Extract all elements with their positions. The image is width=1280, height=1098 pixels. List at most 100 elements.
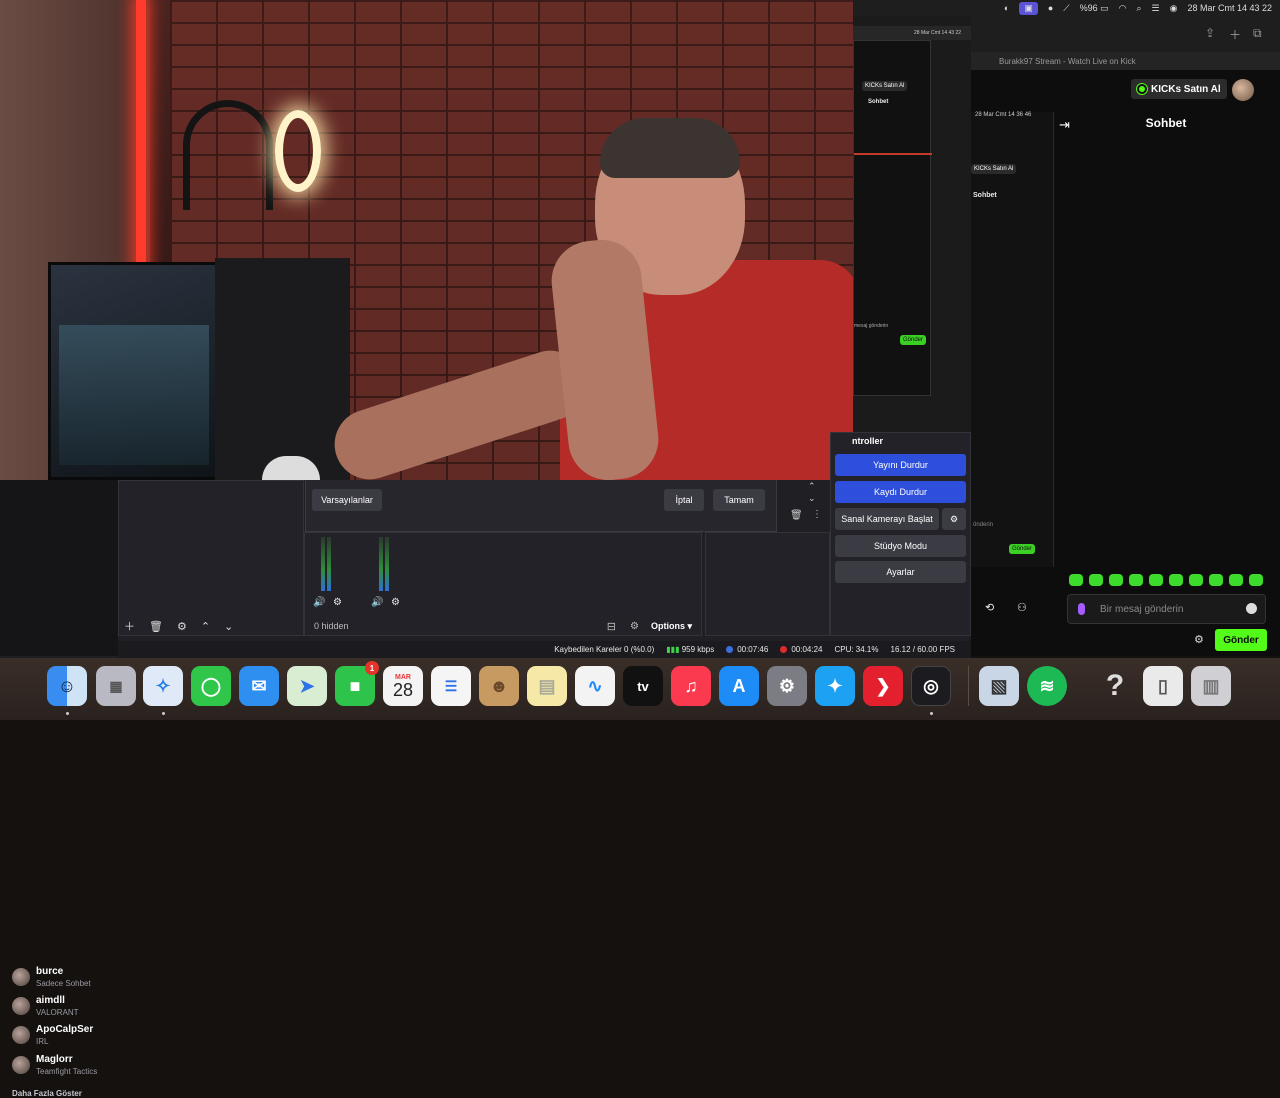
emote-icon[interactable] bbox=[1209, 574, 1223, 586]
tab-overview-icon[interactable]: ⧉ bbox=[1253, 26, 1262, 41]
mixer-footer: 0 hidden ⊟ ⚙ Options ▾ bbox=[304, 616, 702, 636]
move-up-icon[interactable]: ⌃ bbox=[201, 620, 210, 633]
ok-button[interactable]: Tamam bbox=[713, 489, 765, 511]
kicks-buy-button[interactable]: KICKs Satın Al bbox=[1131, 79, 1227, 99]
safari-icon[interactable]: ✧ bbox=[143, 666, 183, 706]
user-icon[interactable]: ● bbox=[1048, 3, 1053, 13]
emote-icon[interactable] bbox=[1069, 574, 1083, 586]
share-stream-icon[interactable]: ⟲ bbox=[985, 601, 994, 614]
emote-icon[interactable] bbox=[1189, 574, 1203, 586]
collapse-chat-icon[interactable]: ⇥ bbox=[1059, 117, 1070, 133]
following-item[interactable]: aimdll VALORANT bbox=[12, 995, 79, 1017]
settings-dialog: Varsayılanlar İptal Tamam bbox=[305, 480, 777, 532]
scene-more-icon[interactable]: ⋮ bbox=[812, 509, 822, 520]
messages-icon[interactable]: ◯ bbox=[191, 666, 231, 706]
gear-icon[interactable]: ⚙ bbox=[177, 620, 187, 633]
following-item[interactable]: Maglorr Teamfight Tactics bbox=[12, 1054, 97, 1076]
wifi-icon[interactable]: ◠ bbox=[1119, 3, 1127, 14]
spotify-icon[interactable]: ≋ bbox=[1027, 666, 1067, 706]
menu-clock[interactable]: 28 Mar Cmt 14 43 22 bbox=[1187, 3, 1272, 13]
system-settings-icon[interactable]: ⚙ bbox=[767, 666, 807, 706]
kick-icon[interactable]: ❯ bbox=[863, 666, 903, 706]
emote-icon[interactable] bbox=[1249, 574, 1263, 586]
layout-icon[interactable]: ⊟ bbox=[607, 620, 616, 633]
emote-icon[interactable] bbox=[1129, 574, 1143, 586]
following-item[interactable]: ApoCalpSer IRL bbox=[12, 1024, 93, 1046]
contacts-icon[interactable]: ☻ bbox=[479, 666, 519, 706]
emote-icon[interactable] bbox=[1109, 574, 1123, 586]
search-icon[interactable]: ⌕ bbox=[1136, 3, 1141, 14]
browser-tab[interactable]: Burakk97 Stream - Watch Live on Kick bbox=[971, 52, 1280, 70]
battery-indicator[interactable]: %96 ▭ bbox=[1080, 3, 1109, 14]
microphone-icon[interactable] bbox=[1078, 603, 1085, 615]
calendar-icon[interactable]: MAR 28 bbox=[383, 666, 423, 706]
preview-icon[interactable]: ▧ bbox=[979, 666, 1019, 706]
siri-icon[interactable]: ◉ bbox=[1170, 3, 1178, 14]
new-tab-icon[interactable]: ＋ bbox=[1229, 26, 1241, 43]
emoji-icon[interactable] bbox=[1246, 603, 1257, 614]
freeform-icon[interactable]: ∿ bbox=[575, 666, 615, 706]
file-icon[interactable]: ▯ bbox=[1143, 666, 1183, 706]
browser-tabstrip: ⇪ ＋ ⧉ bbox=[971, 16, 1280, 52]
following-name: Maglorr bbox=[36, 1054, 73, 1065]
scene-order-arrows[interactable]: ⌃ ⌄ bbox=[808, 480, 816, 504]
stop-record-button[interactable]: Kaydı Durdur bbox=[835, 481, 966, 503]
reminders-icon[interactable]: ☰ bbox=[431, 666, 471, 706]
chat-settings-icon[interactable]: ⚙ bbox=[1194, 633, 1204, 646]
stop-stream-button[interactable]: Yayını Durdur bbox=[835, 454, 966, 476]
following-item[interactable]: burce Sadece Sohbet bbox=[12, 966, 91, 988]
emote-icon[interactable] bbox=[1089, 574, 1103, 586]
mute-icon[interactable]: ⟋ bbox=[1063, 3, 1069, 14]
send-button[interactable]: Gönder bbox=[1215, 629, 1267, 651]
user-avatar[interactable] bbox=[1232, 79, 1254, 101]
notes-icon[interactable]: ▤ bbox=[527, 666, 567, 706]
volume-icon[interactable]: 🔊 bbox=[371, 597, 383, 608]
defaults-button[interactable]: Varsayılanlar bbox=[312, 489, 382, 511]
mirror-kicks-button: KICKs Satın Al bbox=[862, 81, 908, 91]
bitrate: 959 kbps bbox=[681, 645, 715, 654]
volume-icon[interactable]: 🔊 bbox=[313, 597, 325, 608]
stream-time: 00:07:46 bbox=[737, 645, 769, 654]
settings-button[interactable]: Ayarlar bbox=[835, 561, 966, 583]
virtual-camera-button[interactable]: Sanal Kamerayı Başlat bbox=[835, 508, 939, 530]
launchpad-icon[interactable]: ▦ bbox=[96, 666, 136, 706]
chat-input[interactable]: Bir mesaj gönderin bbox=[1067, 594, 1266, 624]
sources-toolbar: ＋ 🗑 ⚙ ⌃ ⌄ bbox=[118, 616, 304, 636]
studio-mode-label: Stüdyo Modu bbox=[873, 541, 928, 551]
scene-trash-icon[interactable]: 🗑 bbox=[790, 510, 803, 521]
maps-icon[interactable]: ➤ bbox=[287, 666, 327, 706]
add-user-icon[interactable]: ⚇ bbox=[1017, 601, 1027, 614]
virtual-camera-settings-icon[interactable]: ⚙ bbox=[942, 508, 966, 530]
add-icon[interactable]: ＋ bbox=[124, 618, 135, 634]
screen-share-icon[interactable]: ▣ bbox=[1019, 1, 1038, 15]
app-store-icon[interactable]: A bbox=[719, 666, 759, 706]
virtual-camera-label: Sanal Kamerayı Başlat bbox=[841, 514, 933, 524]
control-center-icon[interactable]: ☰ bbox=[1152, 3, 1160, 14]
tv-icon[interactable]: tv bbox=[623, 666, 663, 706]
finder-icon[interactable]: ☺ bbox=[47, 666, 87, 706]
mail-icon[interactable]: ✉ bbox=[239, 666, 279, 706]
options-dropdown[interactable]: Options ▾ bbox=[651, 621, 692, 632]
emote-icon[interactable] bbox=[1229, 574, 1243, 586]
mixer-gear-icon[interactable]: ⚙ bbox=[391, 597, 400, 608]
running-indicator bbox=[930, 712, 933, 715]
music-icon[interactable]: ♫ bbox=[671, 666, 711, 706]
move-down-icon[interactable]: ⌄ bbox=[224, 620, 233, 633]
emote-icon[interactable] bbox=[1149, 574, 1163, 586]
share-icon[interactable]: ⇪ bbox=[1205, 26, 1215, 40]
obs-icon[interactable]: ◎ bbox=[911, 666, 951, 706]
sources-panel bbox=[118, 480, 304, 636]
advanced-audio-icon[interactable]: ⚙ bbox=[630, 621, 639, 632]
trash-icon[interactable]: ▥ bbox=[1191, 666, 1231, 706]
help-icon[interactable]: ? bbox=[1095, 666, 1135, 706]
show-more-link[interactable]: Daha Fazla Göster bbox=[12, 1089, 82, 1098]
signal-icon: ▮▮▮ bbox=[666, 645, 680, 654]
cancel-button[interactable]: İptal bbox=[664, 489, 704, 511]
studio-mode-button[interactable]: Stüdyo Modu bbox=[835, 535, 966, 557]
mixer-gear-icon[interactable]: ⚙ bbox=[333, 597, 342, 608]
twitter-icon[interactable]: ✦ bbox=[815, 666, 855, 706]
obs-menu-icon[interactable]: ◐ bbox=[1004, 3, 1009, 13]
trash-icon[interactable]: 🗑 bbox=[149, 620, 163, 633]
emote-icon[interactable] bbox=[1169, 574, 1183, 586]
facetime-icon[interactable]: ■ 1 bbox=[335, 661, 379, 706]
